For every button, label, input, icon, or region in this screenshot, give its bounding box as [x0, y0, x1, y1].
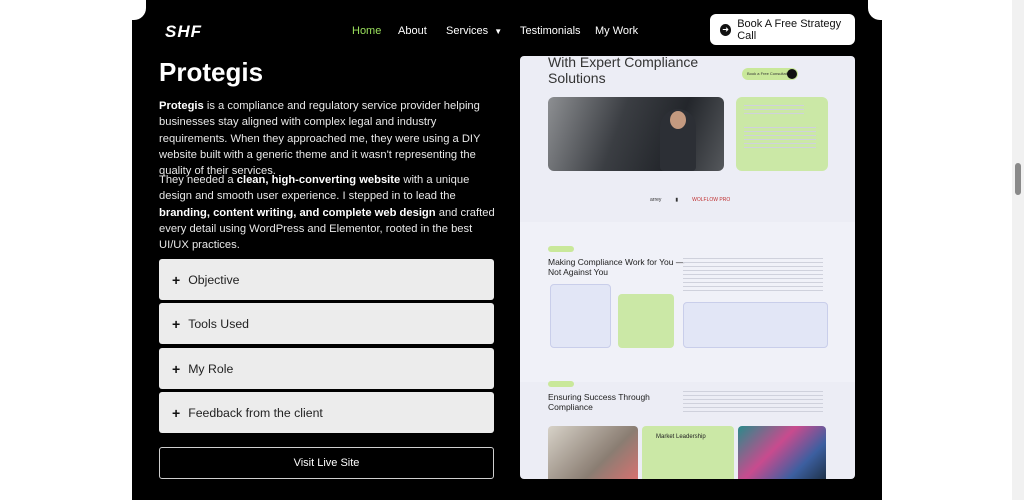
book-call-label: Book A Free Strategy Call: [737, 17, 842, 42]
accordion-tools-used[interactable]: + Tools Used: [159, 303, 494, 344]
desc-text: They needed a: [159, 174, 237, 186]
desc-bold: branding, content writing, and complete …: [159, 206, 436, 219]
preview-market-label: Market Leadership: [656, 434, 706, 440]
plus-icon: +: [172, 271, 181, 288]
plus-icon: +: [172, 360, 181, 377]
preview-tag: [548, 246, 574, 252]
accordion-label: Objective: [188, 272, 240, 287]
project-intro: Protegis is a compliance and regulatory …: [159, 98, 499, 179]
preview-text-lines: [683, 282, 823, 294]
preview-logo: ▮: [675, 197, 679, 203]
project-title: Protegis: [159, 57, 264, 87]
preview-text-lines: [683, 391, 823, 413]
accordion-feedback[interactable]: + Feedback from the client: [159, 392, 494, 433]
project-description: They needed a clean, high-converting web…: [159, 172, 499, 253]
plus-icon: +: [172, 315, 181, 332]
plus-icon: +: [172, 404, 181, 421]
frame-notch: [132, 0, 146, 20]
preview-logo: WOLFLOW PRO: [692, 197, 731, 203]
frame-notch: [868, 0, 882, 20]
visit-live-site-button[interactable]: Visit Live Site: [159, 447, 494, 479]
accordion-label: Tools Used: [188, 316, 250, 331]
preview-section-2: Making Compliance Work for You —Not Agai…: [520, 222, 855, 382]
preview-image: [738, 426, 826, 479]
preview-hero-title: With Expert Compliance Solutions: [548, 56, 699, 86]
preview-image: [548, 426, 638, 479]
preview-text-lines: [744, 105, 804, 115]
page-scrollbar[interactable]: [1012, 0, 1024, 500]
preview-market-card: Market Leadership: [642, 426, 734, 479]
site-logo[interactable]: SHF: [165, 22, 202, 42]
accordion-my-role[interactable]: + My Role: [159, 348, 494, 389]
project-name-bold: Protegis: [159, 100, 204, 112]
nav-services[interactable]: Services ▼: [446, 25, 502, 37]
preview-tag: [548, 381, 574, 387]
scrollbar-thumb[interactable]: [1015, 163, 1021, 195]
intro-text: is a compliance and regulatory service p…: [159, 100, 481, 178]
preview-arrow-icon: [787, 69, 797, 79]
preview-logo: arrey: [650, 197, 662, 203]
accordion-label: My Role: [188, 361, 234, 376]
preview-hero-image: [548, 97, 724, 171]
accordion-label: Feedback from the client: [188, 405, 323, 420]
nav-testimonials[interactable]: Testimonials: [520, 25, 581, 37]
desc-bold: clean, high-converting website: [236, 174, 401, 186]
website-preview-screenshot: With Expert Compliance Solutions Book a …: [520, 56, 855, 479]
arrow-right-icon: ➜: [720, 23, 732, 36]
book-call-button[interactable]: ➜ Book A Free Strategy Call: [710, 14, 855, 45]
nav-my-work[interactable]: My Work: [595, 25, 638, 37]
accordion-objective[interactable]: + Objective: [159, 259, 494, 300]
nav-about[interactable]: About: [398, 25, 427, 37]
preview-text-lines: [683, 258, 823, 280]
preview-text-lines: [744, 127, 816, 149]
preview-card: [736, 97, 828, 171]
chevron-down-icon: ▼: [494, 26, 503, 36]
preview-box: [618, 294, 674, 348]
preview-face: [670, 111, 686, 129]
preview-box: [683, 302, 828, 348]
nav-services-label: Services: [446, 25, 489, 37]
preview-section2-title: Making Compliance Work for You —Not Agai…: [548, 257, 685, 277]
preview-box: [550, 284, 611, 348]
preview-logos: arrey ▮ WOLFLOW PRO: [650, 197, 730, 203]
nav-home[interactable]: Home: [352, 25, 381, 37]
preview-section3-title: Ensuring Success Through Compliance: [548, 392, 650, 412]
